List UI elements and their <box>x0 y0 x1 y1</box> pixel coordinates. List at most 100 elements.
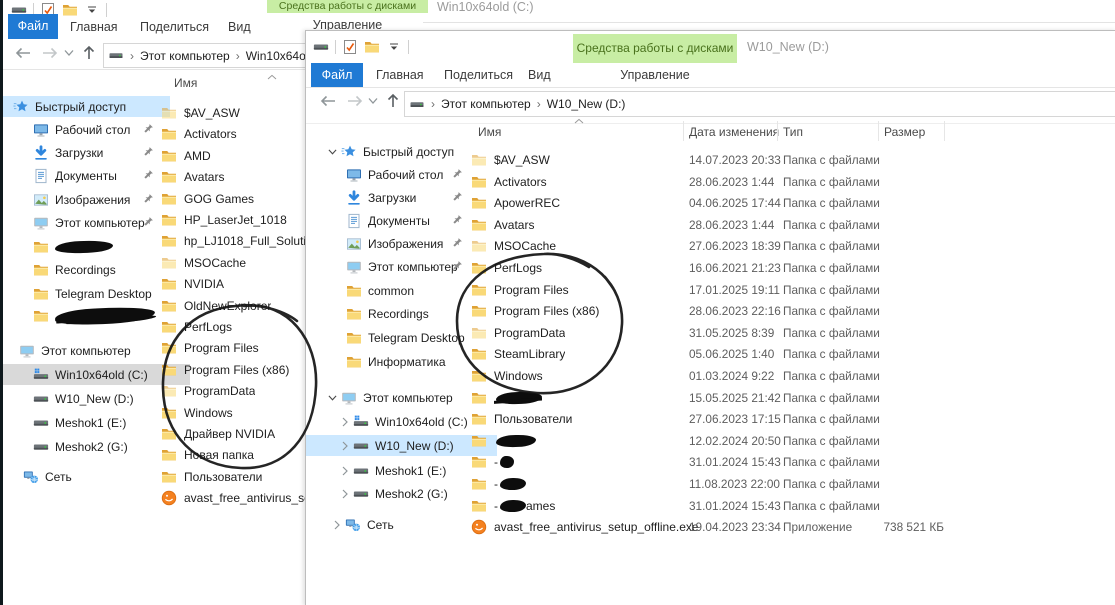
column-divider[interactable] <box>777 121 778 141</box>
file-row-redacted[interactable]: 12.02.2024 20:50 Папка с файлами <box>471 430 1115 451</box>
back-icon[interactable] <box>15 47 31 59</box>
file-row-windows[interactable]: Windows 01.03.2024 9:22 Папка с файлами <box>471 365 1115 386</box>
sidebar-item-meshok2-g-[interactable]: Meshok2 (G:) <box>306 483 497 504</box>
breadcrumb-root[interactable]: Этот компьютер <box>140 49 230 63</box>
file-row-msocache[interactable]: MSOCache 27.06.2023 18:39 Папка с файлами <box>471 235 1115 256</box>
sidebar-item-сеть[interactable]: Сеть <box>306 514 489 535</box>
file-row-activators[interactable]: Activators 28.06.2023 1:44 Папка с файлами <box>471 171 1115 192</box>
up-icon[interactable] <box>386 93 400 108</box>
sidebar-item-этот-компьютер[interactable]: Этот компьютер <box>306 387 485 408</box>
file-row-драйвер-nvidia[interactable]: Драйвер NVIDIA <box>161 423 305 444</box>
file-row-program-files-(x86)[interactable]: Program Files (x86) 28.06.2023 22:16 Папка… <box>471 300 1115 321</box>
address-bar[interactable]: › Этот компьютер › W10_New (D:) <box>404 91 1115 117</box>
forward-icon[interactable] <box>347 95 363 107</box>
tab-home[interactable]: Главная <box>70 20 118 34</box>
file-row-activators[interactable]: Activators <box>161 123 305 144</box>
tab-file[interactable]: Файл <box>311 63 363 87</box>
file-row--[interactable]: - 31.01.2024 15:43 Папка с файлами <box>471 451 1115 472</box>
sidebar-item-быстрый-доступ[interactable]: Быстрый доступ <box>306 141 485 162</box>
file-row-programdata[interactable]: ProgramData 31.05.2025 8:39 Папка с файлам… <box>471 322 1115 343</box>
tab-share[interactable]: Поделиться <box>140 20 209 34</box>
column-divider[interactable] <box>944 121 945 141</box>
file-row-perflogs[interactable]: PerfLogs <box>161 316 305 337</box>
tab-view[interactable]: Вид <box>528 68 551 82</box>
tab-file[interactable]: Файл <box>8 14 58 39</box>
file-row-$av-asw[interactable]: $AV_ASW <box>161 102 305 123</box>
tab-home[interactable]: Главная <box>376 68 424 82</box>
sidebar-item-сеть[interactable]: Сеть <box>3 466 180 487</box>
file-row--[interactable]: - ames 31.01.2024 15:43 Папка с файлами <box>471 495 1115 516</box>
computer-icon <box>33 215 49 231</box>
file-row-programdata[interactable]: ProgramData <box>161 380 305 401</box>
forward-icon[interactable] <box>42 47 58 59</box>
file-name: AMD <box>184 148 211 163</box>
tab-view[interactable]: Вид <box>228 20 251 34</box>
file-type: Папка с файлами <box>783 498 880 513</box>
folder-icon[interactable] <box>364 39 380 55</box>
breadcrumb-path[interactable]: W10_New (D:) <box>547 97 626 111</box>
file-row-пользователи[interactable]: Пользователи 27.06.2023 17:15 Папка с файл… <box>471 408 1115 429</box>
file-row-windows[interactable]: Windows <box>161 402 305 423</box>
file-date: 16.06.2021 21:23 <box>689 260 781 275</box>
qat-dropdown-icon[interactable] <box>386 43 402 51</box>
file-row-avast-free-antivirus-setup-offline-exe[interactable]: avast_free_antivirus_setup_offline.exe <box>161 487 305 508</box>
sort-ascending-icon[interactable] <box>267 74 277 80</box>
file-row-program-files[interactable]: Program Files 17.01.2025 19:11 Папка с фай… <box>471 279 1115 300</box>
qat-dropdown-icon[interactable] <box>84 6 100 14</box>
file-row-oldnewexplorer[interactable]: OldNewExplorer <box>161 295 305 316</box>
sidebar-item-label: Meshok2 (G:) <box>375 486 448 501</box>
folder-icon[interactable] <box>62 2 78 18</box>
chevron-right-icon[interactable] <box>340 466 349 476</box>
chevron-right-icon[interactable] <box>332 520 341 530</box>
file-row-пользователи[interactable]: Пользователи <box>161 466 305 487</box>
file-row-gog-games[interactable]: GOG Games <box>161 188 305 209</box>
file-row-$av-asw[interactable]: $AV_ASW 14.07.2023 20:33 Папка с файлами <box>471 149 1115 170</box>
recent-locations-icon[interactable] <box>64 49 74 57</box>
sidebar-item-этот-компьютер[interactable]: Этот компьютер <box>3 340 176 361</box>
file-row-avatars[interactable]: Avatars <box>161 166 305 187</box>
column-divider[interactable] <box>683 121 684 141</box>
tab-share[interactable]: Поделиться <box>444 68 513 82</box>
column-divider[interactable] <box>878 121 879 141</box>
drive-icon[interactable] <box>313 39 329 55</box>
file-row-amd[interactable]: AMD <box>161 145 305 166</box>
sidebar-item-быстрый-доступ[interactable]: Быстрый доступ <box>3 96 170 117</box>
chevron-right-icon[interactable] <box>340 489 349 499</box>
sidebar-item-w10-new-d-[interactable]: W10_New (D:) <box>306 435 497 456</box>
sort-ascending-icon[interactable] <box>574 118 584 124</box>
file-row-steamlibrary[interactable]: SteamLibrary 05.06.2025 1:40 Папка с файла… <box>471 343 1115 364</box>
file-row-program-files[interactable]: Program Files <box>161 337 305 358</box>
disk-tools-tab[interactable]: Средства работы с дисками <box>573 34 737 63</box>
sidebar-item-win10x64old-c-[interactable]: Win10x64old (C:) <box>306 411 497 432</box>
up-icon[interactable] <box>82 45 96 60</box>
file-row-hp-laserjet-1018[interactable]: HP_LaserJet_1018 <box>161 209 305 230</box>
sidebar-item-meshok1-e-[interactable]: Meshok1 (E:) <box>306 460 497 481</box>
file-row-apowerrec[interactable]: ApowerREC 04.06.2025 17:44 Папка с файлами <box>471 192 1115 213</box>
file-row-nvidia[interactable]: NVIDIA <box>161 273 305 294</box>
chevron-down-icon[interactable] <box>328 147 337 157</box>
file-row-msocache[interactable]: MSOCache <box>161 252 305 273</box>
file-row-perflogs[interactable]: PerfLogs 16.06.2021 21:23 Папка с файлами <box>471 257 1115 278</box>
column-header-name[interactable]: Имя <box>478 125 501 139</box>
file-row-program-files-(x86)[interactable]: Program Files (x86) <box>161 359 305 380</box>
column-header-size[interactable]: Размер <box>884 125 925 139</box>
file-row--[interactable]: - 11.08.2023 22:00 Папка с файлами <box>471 473 1115 494</box>
file-row-avatars[interactable]: Avatars 28.06.2023 1:44 Папка с файлами <box>471 214 1115 235</box>
file-row-redacted[interactable]: 15.05.2025 21:42 Папка с файлами <box>471 387 1115 408</box>
chevron-right-icon[interactable] <box>340 417 349 427</box>
folder-icon <box>471 325 487 341</box>
recent-locations-icon[interactable] <box>368 97 378 105</box>
disk-tools-tab[interactable]: Средства работы с дисками <box>267 0 428 13</box>
checkmark-icon[interactable] <box>342 39 358 55</box>
file-row-новая-папка[interactable]: Новая папка <box>161 444 305 465</box>
column-header-date[interactable]: Дата изменения <box>689 125 779 139</box>
file-row-hp-lj1018-full-solution[interactable]: hp_LJ1018_Full_Solution <box>161 230 305 251</box>
column-header-name[interactable]: Имя <box>174 76 197 90</box>
back-icon[interactable] <box>320 95 336 107</box>
chevron-right-icon[interactable] <box>340 441 349 451</box>
tab-manage[interactable]: Управление <box>573 68 737 82</box>
chevron-down-icon[interactable] <box>328 393 337 403</box>
file-row-avast-free-antivirus-setup-offline-exe[interactable]: avast_free_antivirus_setup_offline.exe 19… <box>471 516 1115 537</box>
column-header-type[interactable]: Тип <box>783 125 803 139</box>
breadcrumb-root[interactable]: Этот компьютер <box>441 97 531 111</box>
